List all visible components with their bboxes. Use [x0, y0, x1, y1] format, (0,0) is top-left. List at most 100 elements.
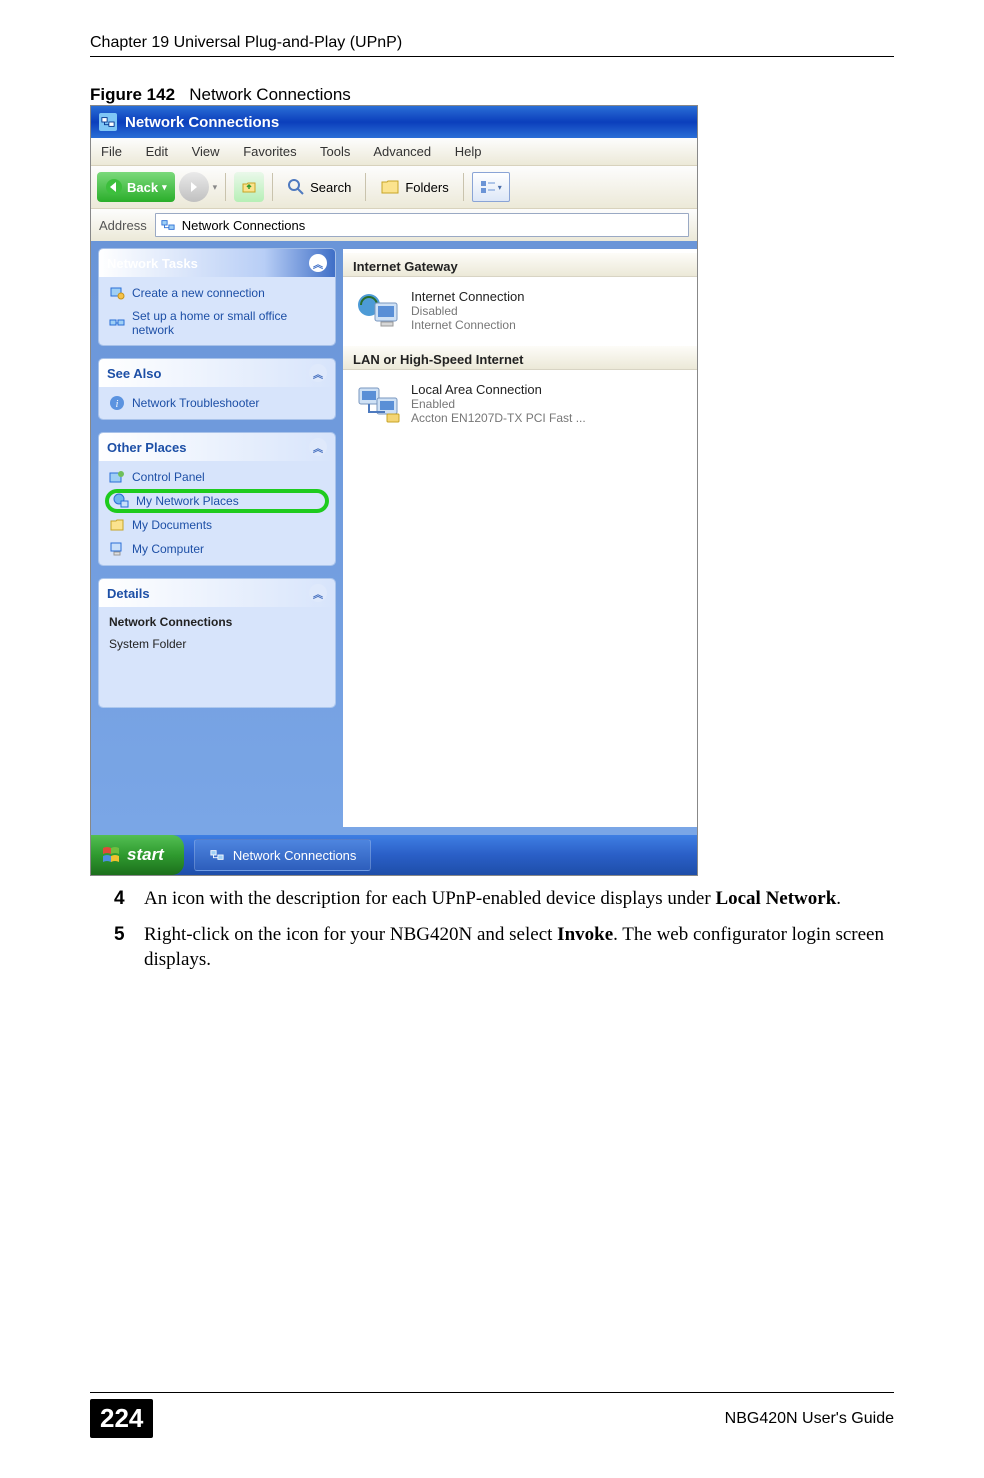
- my-documents-label: My Documents: [132, 518, 212, 532]
- other-places-panel: Other Places ︽ Control Panel: [99, 433, 335, 565]
- step-4: 4 An icon with the description for each …: [144, 886, 894, 912]
- network-places-icon: [113, 493, 129, 509]
- menu-favorites[interactable]: Favorites: [243, 144, 296, 159]
- group-lan: LAN or High-Speed Internet: [343, 346, 697, 370]
- menu-tools[interactable]: Tools: [320, 144, 350, 159]
- see-also-panel: See Also ︽ i Network Troubleshooter: [99, 359, 335, 419]
- menu-file[interactable]: File: [101, 144, 122, 159]
- conn2-status: Enabled: [411, 397, 586, 411]
- my-computer-icon: [109, 541, 125, 557]
- my-computer-link[interactable]: My Computer: [109, 541, 325, 557]
- views-button[interactable]: ▾: [472, 172, 510, 202]
- internet-connection-icon: [357, 291, 401, 331]
- start-button[interactable]: start: [91, 835, 184, 875]
- back-arrow-icon: [105, 178, 123, 196]
- folder-up-icon: [241, 179, 257, 195]
- start-label: start: [127, 845, 164, 865]
- menu-view[interactable]: View: [192, 144, 220, 159]
- collapse-icon[interactable]: ︽: [309, 438, 327, 456]
- step-4-text-a: An icon with the description for each UP…: [144, 888, 715, 909]
- details-header[interactable]: Details ︽: [99, 579, 335, 607]
- details-title: Details: [107, 586, 150, 601]
- taskbar: start Network Connections: [91, 835, 697, 875]
- guide-name: NBG420N User's Guide: [725, 1410, 894, 1428]
- views-icon: [480, 180, 496, 194]
- step-4-number: 4: [114, 886, 125, 912]
- folders-icon: [380, 178, 400, 196]
- conn1-name: Internet Connection: [411, 289, 524, 304]
- main-pane: Internet Gateway Internet Connection Dis…: [343, 249, 697, 827]
- forward-arrow-icon: [187, 180, 201, 194]
- step-4-text-c: .: [836, 888, 841, 909]
- taskbar-item-network-connections[interactable]: Network Connections: [194, 839, 372, 871]
- network-troubleshooter-link[interactable]: i Network Troubleshooter: [109, 395, 325, 411]
- lan-connection-item[interactable]: Local Area Connection Enabled Accton EN1…: [353, 378, 687, 439]
- see-also-header[interactable]: See Also ︽: [99, 359, 335, 387]
- back-dropdown-icon[interactable]: ▾: [162, 182, 167, 193]
- menubar: File Edit View Favorites Tools Advanced …: [91, 138, 697, 165]
- my-network-places-link[interactable]: My Network Places: [105, 489, 329, 513]
- control-panel-icon: [109, 469, 125, 485]
- address-field[interactable]: Network Connections: [155, 213, 689, 237]
- collapse-icon[interactable]: ︽: [309, 254, 327, 272]
- windows-logo-icon: [101, 845, 121, 865]
- my-network-places-label: My Network Places: [136, 494, 239, 508]
- menu-help[interactable]: Help: [455, 144, 482, 159]
- sidebar: Network Tasks ︽ Create a new connection: [99, 249, 335, 827]
- forward-button[interactable]: [179, 172, 209, 202]
- network-tasks-panel: Network Tasks ︽ Create a new connection: [99, 249, 335, 345]
- address-label: Address: [99, 218, 147, 233]
- other-places-header[interactable]: Other Places ︽: [99, 433, 335, 461]
- footer: 224 NBG420N User's Guide: [90, 1392, 894, 1438]
- chapter-header: Chapter 19 Universal Plug-and-Play (UPnP…: [90, 34, 894, 57]
- step-5-text-a: Right-click on the icon for your NBG420N…: [144, 924, 557, 945]
- content-area: Network Tasks ︽ Create a new connection: [91, 241, 697, 835]
- folders-button[interactable]: Folders: [374, 172, 454, 202]
- info-icon: i: [109, 395, 125, 411]
- page-number: 224: [90, 1399, 153, 1438]
- setup-network-label: Set up a home or small office network: [132, 309, 325, 337]
- taskbar-item-label: Network Connections: [233, 848, 357, 863]
- menu-edit[interactable]: Edit: [146, 144, 168, 159]
- screenshot-window: Network Connections File Edit View Favor…: [90, 105, 698, 876]
- network-troubleshooter-label: Network Troubleshooter: [132, 396, 259, 410]
- views-dropdown-icon[interactable]: ▾: [498, 183, 502, 192]
- menu-advanced[interactable]: Advanced: [373, 144, 431, 159]
- back-button[interactable]: Back ▾: [97, 172, 175, 202]
- create-connection-link[interactable]: Create a new connection: [109, 285, 325, 301]
- back-label: Back: [127, 180, 158, 195]
- up-button[interactable]: [234, 172, 264, 202]
- see-also-title: See Also: [107, 366, 161, 381]
- toolbar-separator: [225, 173, 226, 201]
- details-name: Network Connections: [109, 615, 325, 629]
- internet-connection-item[interactable]: Internet Connection Disabled Internet Co…: [353, 285, 687, 346]
- conn1-status: Disabled: [411, 304, 524, 318]
- network-tasks-header[interactable]: Network Tasks ︽: [99, 249, 335, 277]
- step-4-bold: Local Network: [715, 888, 836, 909]
- figure-title: Network Connections: [189, 85, 351, 104]
- folders-label: Folders: [405, 180, 448, 195]
- forward-dropdown-icon[interactable]: ▾: [213, 182, 218, 193]
- search-icon: [287, 178, 305, 196]
- control-panel-label: Control Panel: [132, 470, 205, 484]
- my-documents-link[interactable]: My Documents: [109, 517, 325, 533]
- conn1-device: Internet Connection: [411, 318, 524, 332]
- other-places-title: Other Places: [107, 440, 187, 455]
- control-panel-link[interactable]: Control Panel: [109, 469, 325, 485]
- step-5: 5 Right-click on the icon for your NBG42…: [144, 922, 894, 973]
- step-5-bold: Invoke: [557, 924, 613, 945]
- collapse-icon[interactable]: ︽: [309, 584, 327, 602]
- figure-caption: Figure 142 Network Connections: [90, 85, 894, 105]
- titlebar[interactable]: Network Connections: [91, 106, 697, 138]
- setup-network-link[interactable]: Set up a home or small office network: [109, 309, 325, 337]
- search-button[interactable]: Search: [281, 172, 357, 202]
- network-tasks-title: Network Tasks: [107, 256, 198, 271]
- toolbar-separator: [365, 173, 366, 201]
- address-value: Network Connections: [182, 218, 306, 233]
- search-label: Search: [310, 180, 351, 195]
- network-connections-icon: [160, 217, 176, 233]
- collapse-icon[interactable]: ︽: [309, 364, 327, 382]
- details-type: System Folder: [109, 637, 325, 651]
- toolbar-separator: [463, 173, 464, 201]
- step-5-number: 5: [114, 922, 125, 948]
